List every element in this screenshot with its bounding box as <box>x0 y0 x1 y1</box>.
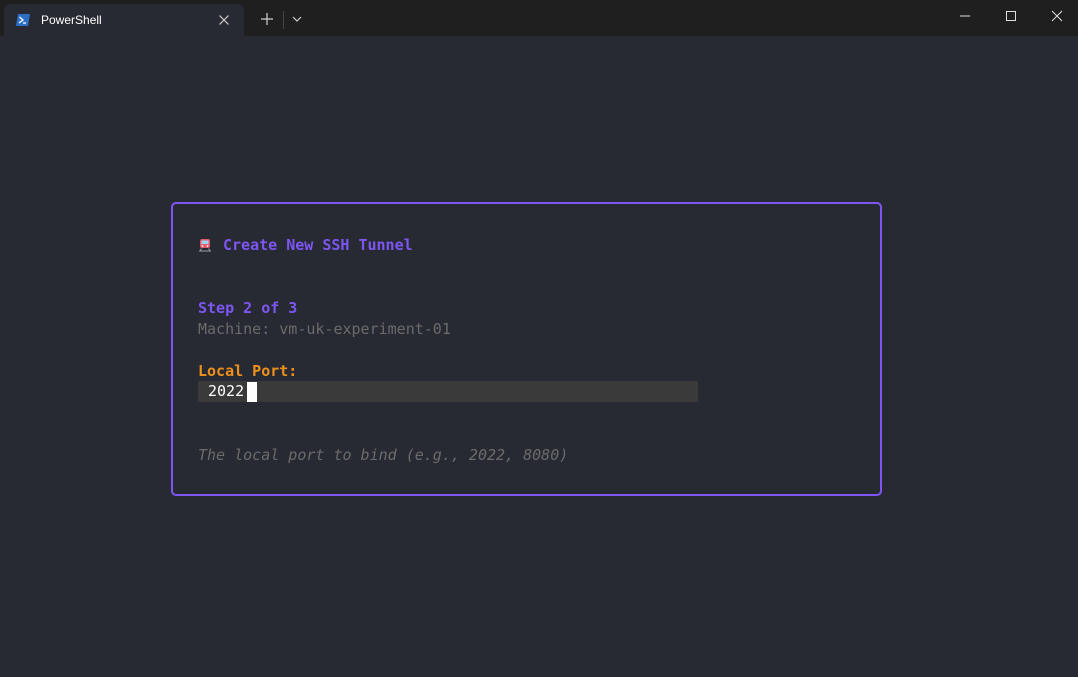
close-icon[interactable] <box>216 12 232 28</box>
plus-icon[interactable] <box>258 10 276 28</box>
tab-title: PowerShell <box>41 13 102 27</box>
window-close-button[interactable] <box>1034 0 1078 32</box>
field-hint: The local port to bind (e.g., 2022, 8080… <box>198 446 569 464</box>
minimize-button[interactable] <box>942 0 988 32</box>
tab-divider <box>283 11 284 29</box>
local-port-label: Local Port: <box>198 362 298 380</box>
machine-label: Machine: vm-uk-experiment-01 <box>198 320 451 338</box>
dialog-header: Create New SSH Tunnel <box>198 235 413 256</box>
text-cursor <box>247 382 257 402</box>
powershell-icon <box>16 13 30 26</box>
maximize-button[interactable] <box>988 0 1034 32</box>
title-bar[interactable]: PowerShell <box>0 0 1078 36</box>
chevron-down-icon[interactable] <box>289 12 305 26</box>
close-icon <box>1051 10 1063 22</box>
maximize-icon <box>1006 11 1016 21</box>
terminal-window: PowerShell Create New SSH Tunnel Step 2 … <box>0 0 1078 677</box>
tunnel-dialog: Create New SSH Tunnel Step 2 of 3 Machin… <box>171 202 882 496</box>
minimize-icon <box>960 15 970 17</box>
local-port-value: 2022 <box>208 382 245 400</box>
train-icon <box>198 237 212 251</box>
step-indicator: Step 2 of 3 <box>198 299 298 317</box>
tab-powershell[interactable]: PowerShell <box>4 4 244 36</box>
local-port-input[interactable]: 2022 <box>198 381 698 402</box>
dialog-title: Create New SSH Tunnel <box>223 236 413 254</box>
